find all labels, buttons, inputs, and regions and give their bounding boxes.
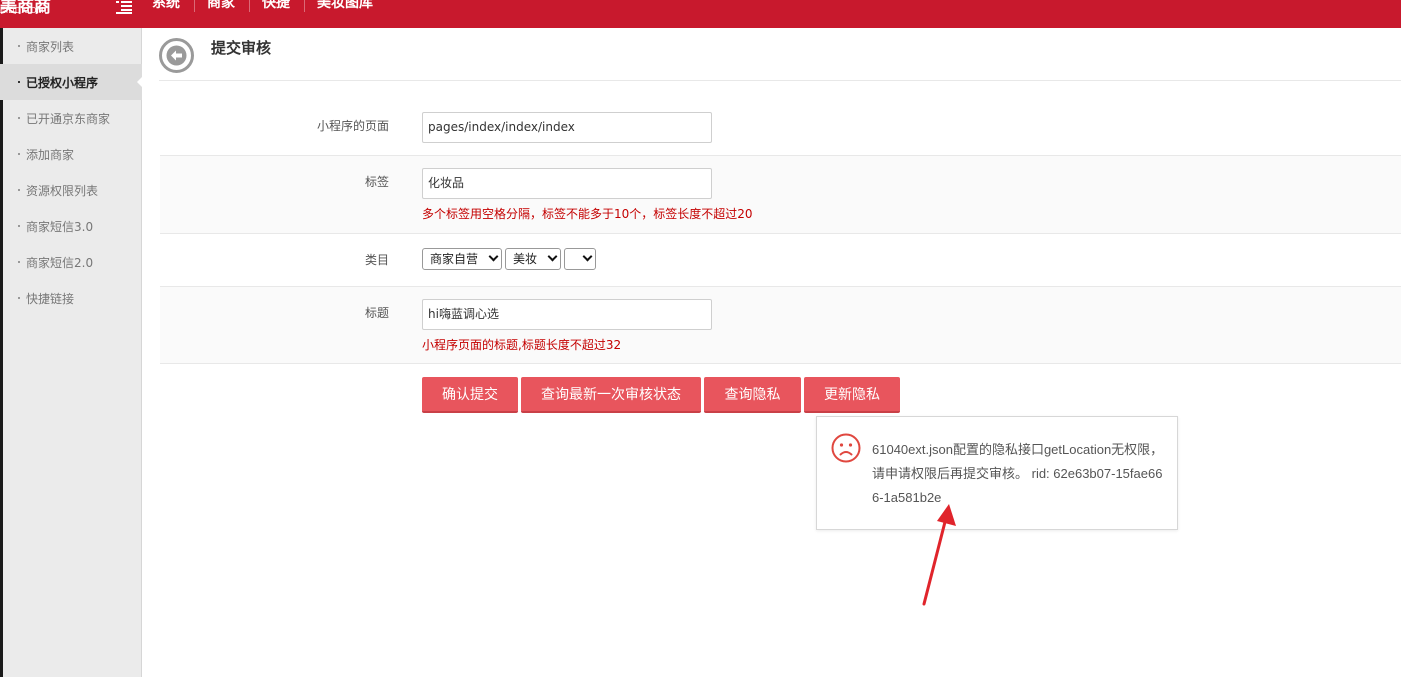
- category-select-1-value: 商家自营: [430, 252, 479, 266]
- form-row-title: 标题 hi嗨蓝调心选 小程序页面的标题,标题长度不超过32: [160, 286, 1401, 364]
- category-select-2[interactable]: 美妆: [505, 248, 561, 270]
- sidebar-item-label: 添加商家: [26, 147, 75, 162]
- query-audit-status-button[interactable]: 查询最新一次审核状态: [521, 377, 701, 413]
- update-privacy-button[interactable]: 更新隐私: [804, 377, 900, 413]
- sidebar-item-label: 已开通京东商家: [26, 111, 111, 126]
- top-nav-item-merchant[interactable]: 商家: [207, 0, 250, 12]
- confirm-submit-button[interactable]: 确认提交: [422, 377, 518, 413]
- sidebar-item-label: 资源权限列表: [26, 183, 99, 198]
- sad-face-icon: [831, 433, 861, 463]
- logo-subtext: EIDD.COM: [0, 6, 44, 15]
- top-nav-item-shortcut[interactable]: 快捷: [262, 0, 305, 12]
- bullet-icon: [18, 261, 20, 263]
- error-message: 61040ext.json配置的隐私接口getLocation无权限，请申请权限…: [872, 442, 1164, 505]
- form-row-page: 小程序的页面 pages/index/index/index: [160, 100, 1401, 155]
- sidebar-item-quick-links[interactable]: 快捷链接: [0, 280, 142, 316]
- category-select-3[interactable]: [564, 248, 596, 270]
- sidebar-item-sms-3[interactable]: 商家短信3.0: [0, 208, 142, 244]
- page-field-label: 小程序的页面: [316, 119, 389, 133]
- page-title: 提交审核: [211, 39, 272, 57]
- sidebar-item-label: 商家短信3.0: [26, 219, 94, 234]
- menu-toggle-icon[interactable]: [116, 0, 132, 14]
- form-row-category: 类目 商家自营 美妆: [160, 234, 1401, 286]
- bullet-icon: [18, 189, 20, 191]
- title-input[interactable]: hi嗨蓝调心选: [422, 299, 712, 330]
- form-row-tag: 标签 化妆品 多个标签用空格分隔，标签不能多于10个，标签长度不超过20: [160, 155, 1401, 234]
- sidebar: 商家列表 已授权小程序 已开通京东商家 添加商家 资源权限列表 商家短信3.0 …: [0, 28, 143, 677]
- category-select-2-value: 美妆: [513, 252, 538, 266]
- sidebar-item-merchant-list[interactable]: 商家列表: [0, 28, 142, 64]
- sidebar-item-label: 快捷链接: [26, 291, 75, 306]
- bullet-icon: [18, 153, 20, 155]
- top-nav-item-system[interactable]: 系统: [152, 0, 195, 12]
- error-tooltip: 61040ext.json配置的隐私接口getLocation无权限，请申请权限…: [816, 416, 1178, 530]
- category-select-1[interactable]: 商家自营: [422, 248, 502, 270]
- chevron-down-icon: [547, 251, 558, 262]
- top-header: 美商商 EIDD.COM 系统 商家 快捷 美妆图库: [0, 0, 1401, 28]
- sidebar-item-sms-2[interactable]: 商家短信2.0: [0, 244, 142, 280]
- sidebar-item-authorized-miniprogram[interactable]: 已授权小程序: [0, 64, 143, 100]
- category-field-label: 类目: [364, 253, 389, 267]
- bullet-icon: [18, 297, 20, 299]
- back-button[interactable]: [159, 38, 194, 73]
- chevron-down-icon: [582, 251, 593, 262]
- page-path-input[interactable]: pages/index/index/index: [422, 112, 712, 143]
- arrow-left-icon: [166, 45, 187, 66]
- sidebar-item-add-merchant[interactable]: 添加商家: [0, 136, 142, 172]
- bullet-icon: [18, 225, 20, 227]
- title-field-label: 标题: [364, 306, 389, 320]
- chevron-down-icon: [488, 251, 499, 262]
- tag-field-label: 标签: [364, 175, 389, 189]
- bullet-icon: [18, 45, 20, 47]
- tag-help-text: 多个标签用空格分隔，标签不能多于10个，标签长度不超过20: [422, 207, 753, 221]
- sidebar-item-label: 商家短信2.0: [26, 255, 94, 270]
- title-help-text: 小程序页面的标题,标题长度不超过32: [422, 338, 622, 352]
- query-privacy-button[interactable]: 查询隐私: [704, 377, 801, 413]
- top-nav: 系统 商家 快捷 美妆图库: [152, 0, 399, 12]
- sidebar-item-resource-permissions[interactable]: 资源权限列表: [0, 172, 142, 208]
- bullet-icon: [18, 81, 20, 83]
- title-divider: [159, 80, 1401, 81]
- annotation-arrow-icon: [922, 504, 956, 606]
- bullet-icon: [18, 117, 20, 119]
- sidebar-item-label: 已授权小程序: [26, 75, 99, 90]
- top-nav-item-gallery[interactable]: 美妆图库: [317, 0, 387, 12]
- sidebar-item-label: 商家列表: [26, 39, 75, 54]
- sidebar-item-jd-merchants[interactable]: 已开通京东商家: [0, 100, 142, 136]
- tag-input[interactable]: 化妆品: [422, 168, 712, 199]
